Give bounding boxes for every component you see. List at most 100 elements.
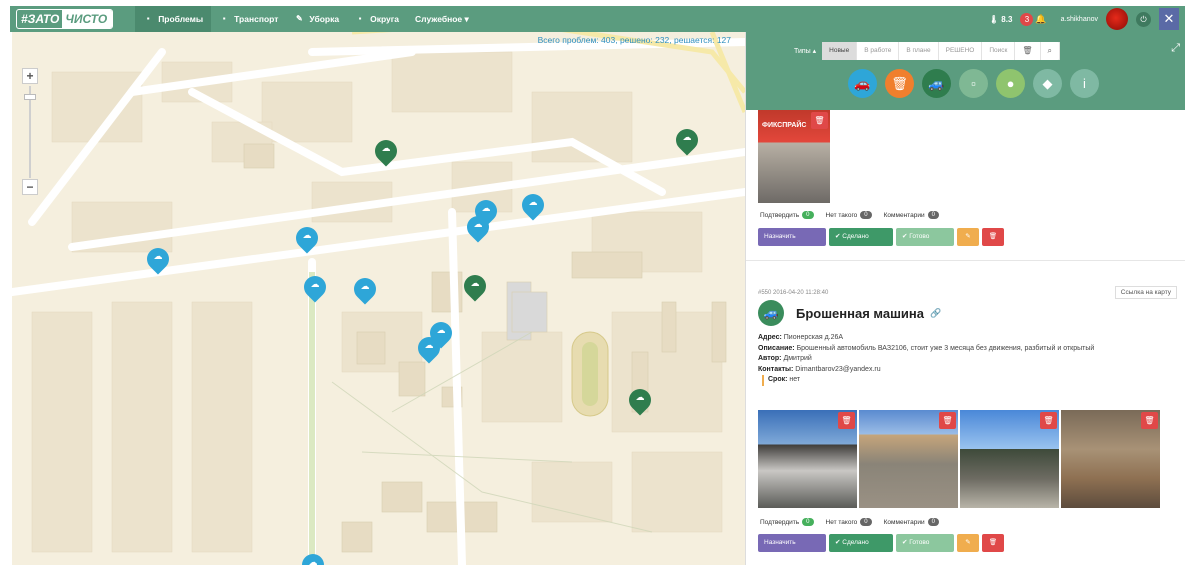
delete-button[interactable]: 🗑 xyxy=(982,228,1004,246)
user-menu-icon[interactable]: ⏻ xyxy=(1136,11,1151,27)
nav-item-districts[interactable]: ▪ Округа xyxy=(347,6,407,32)
nav-menu: ▪ Проблемы ▪ Транспорт ✎ Уборка ▪ Округа… xyxy=(135,6,477,32)
not-exist-action[interactable]: Нет такого 0 xyxy=(826,211,872,219)
tab-solved[interactable]: РЕШЕНО xyxy=(939,42,983,60)
confirm-action[interactable]: Подтвердить 0 xyxy=(760,211,814,219)
solved-button[interactable]: ✔ Сделано xyxy=(829,228,893,246)
trash-icon[interactable]: 🗑 xyxy=(1015,42,1041,60)
post-details: Адрес: Пионерская д.26А Описание: Брошен… xyxy=(758,333,1178,386)
username[interactable]: a.shikhanov xyxy=(1061,16,1098,23)
close-icon[interactable]: ✕ xyxy=(1159,8,1179,30)
tab-search[interactable]: Поиск xyxy=(982,42,1016,60)
problem-photo[interactable]: ФИКСПРАЙС 🗑 xyxy=(758,110,830,203)
user-rating[interactable]: 🌡 8.3 xyxy=(989,15,1013,24)
delete-photo-icon[interactable]: 🗑 xyxy=(1141,412,1158,429)
panel-header: Типы ▴ Новые В работе В плане РЕШЕНО Пои… xyxy=(746,32,1185,110)
done-button[interactable]: ✔ Готово xyxy=(896,534,954,552)
comments-label: Комментарии xyxy=(883,211,925,219)
card-actions: Подтвердить 0 Нет такого 0 Комментарии 0 xyxy=(760,211,951,219)
car-icon: ☁ xyxy=(682,132,692,142)
zoom-in-button[interactable]: + xyxy=(22,68,38,84)
map-marker[interactable]: ☁ xyxy=(671,124,703,159)
map-marker[interactable]: ☁ xyxy=(413,332,445,367)
nav-item-label: Уборка xyxy=(309,14,340,24)
tab-in-progress[interactable]: В работе xyxy=(857,42,900,60)
map-link-button[interactable]: Ссылка на карту xyxy=(1114,286,1177,299)
deadline-label: Срок: xyxy=(768,376,788,383)
author-label: Автор: xyxy=(758,355,782,362)
map-streets xyxy=(12,32,745,565)
expand-icon[interactable]: ⤢ xyxy=(1171,42,1180,55)
map-marker[interactable]: ☁ xyxy=(297,549,329,565)
solved-button[interactable]: ✔ Сделано xyxy=(829,534,893,552)
abandoned-car-icon[interactable]: 🚙 xyxy=(922,69,951,98)
problem-photo[interactable]: 🗑 xyxy=(859,410,958,508)
not-exist-action[interactable]: Нет такого 0 xyxy=(826,518,872,526)
search-icon[interactable]: ⌕ xyxy=(1041,42,1060,60)
delete-photo-icon[interactable]: 🗑 xyxy=(838,412,855,429)
sign-icon[interactable]: i xyxy=(1070,69,1099,98)
address-label: Адрес: xyxy=(758,334,782,341)
bus-stop-icon[interactable]: ▫ xyxy=(959,69,988,98)
problem-photo[interactable]: 🗑 xyxy=(960,410,1059,508)
delete-button[interactable]: 🗑 xyxy=(982,534,1004,552)
avatar[interactable] xyxy=(1106,8,1128,30)
map-marker[interactable]: ☁ xyxy=(517,189,549,224)
comments-count: 0 xyxy=(927,518,939,526)
notifications-badge[interactable]: 3 xyxy=(1020,12,1034,26)
tree-icon[interactable]: ● xyxy=(996,69,1025,98)
nav-item-service-dropdown[interactable]: Служебное ▾ xyxy=(407,6,477,32)
road-icon[interactable]: ◆ xyxy=(1033,69,1062,98)
map-marker[interactable]: ☁ xyxy=(459,270,491,305)
not-exist-count: 0 xyxy=(860,518,872,526)
map-marker[interactable]: ☁ xyxy=(349,273,381,308)
map-marker[interactable]: ☁ xyxy=(299,271,331,306)
assign-button[interactable]: Назначить xyxy=(758,228,826,246)
description-row: Описание: Брошенный автомобиль ВАЗ2106, … xyxy=(758,344,1178,355)
map-view[interactable]: Всего проблем: 403, решено: 232, решаетс… xyxy=(12,32,745,565)
problem-photo[interactable]: 🗑 xyxy=(758,410,857,508)
description-label: Описание: xyxy=(758,344,795,352)
car-icon: ☁ xyxy=(310,279,320,289)
nav-item-transport[interactable]: ▪ Транспорт xyxy=(211,6,286,32)
nav-item-problems[interactable]: ▪ Проблемы xyxy=(135,6,212,32)
tab-planned[interactable]: В плане xyxy=(899,42,939,60)
types-toggle[interactable]: Типы ▴ xyxy=(794,47,816,55)
problem-photo[interactable]: 🗑 xyxy=(1061,410,1160,508)
deadline-value: нет xyxy=(789,376,801,383)
edit-button[interactable]: ✎ xyxy=(957,228,979,246)
logo[interactable]: #ЗАТО ЧИСТО xyxy=(16,9,114,29)
zoom-slider-handle[interactable] xyxy=(24,94,36,100)
map-marker[interactable]: ☁ xyxy=(370,135,402,170)
assign-button[interactable]: Назначить xyxy=(758,534,826,552)
link-icon[interactable]: 🔗 xyxy=(930,308,941,319)
not-exist-label: Нет такого xyxy=(825,518,858,526)
post-title-row: 🚙 Брошенная машина 🔗 xyxy=(758,300,941,326)
district-icon: ▪ xyxy=(358,14,362,23)
car-icon[interactable]: 🚗 xyxy=(848,69,877,98)
delete-photo-icon[interactable]: 🗑 xyxy=(1040,412,1057,429)
map-marker[interactable]: ☁ xyxy=(624,384,656,419)
status-tabs: Новые В работе В плане РЕШЕНО Поиск 🗑 ⌕ xyxy=(822,42,1060,60)
comments-action[interactable]: Комментарии 0 xyxy=(884,518,939,526)
confirm-action[interactable]: Подтвердить 0 xyxy=(760,518,814,526)
map-marker[interactable]: ☁ xyxy=(291,222,323,257)
card-actions: Подтвердить 0 Нет такого 0 Комментарии 0 xyxy=(760,518,951,526)
navbar-right: 🌡 8.3 3 🔔 a.shikhanov ⏻ ✕ xyxy=(989,6,1179,32)
edit-button[interactable]: ✎ xyxy=(957,534,979,552)
done-button[interactable]: ✔ Готово xyxy=(896,228,954,246)
nav-item-cleaning[interactable]: ✎ Уборка xyxy=(286,6,347,32)
comments-action[interactable]: Комментарии 0 xyxy=(884,211,939,219)
car-icon: ☁ xyxy=(635,392,645,402)
author-row: Автор: Дмитрий xyxy=(758,354,1178,365)
map-marker[interactable]: ☁ xyxy=(142,243,174,278)
nav-item-label: Округа xyxy=(370,14,400,24)
bell-icon[interactable]: 🔔 xyxy=(1035,14,1046,25)
delete-photo-icon[interactable]: 🗑 xyxy=(939,412,956,429)
zoom-out-button[interactable]: − xyxy=(22,179,38,195)
delete-photo-icon[interactable]: 🗑 xyxy=(811,112,828,129)
map-marker[interactable]: ☁ xyxy=(462,211,494,246)
contacts-row: Контакты: Dimantbarov23@yandex.ru xyxy=(758,365,1178,376)
tab-new[interactable]: Новые xyxy=(822,42,858,60)
trash-icon[interactable]: 🗑 xyxy=(885,69,914,98)
